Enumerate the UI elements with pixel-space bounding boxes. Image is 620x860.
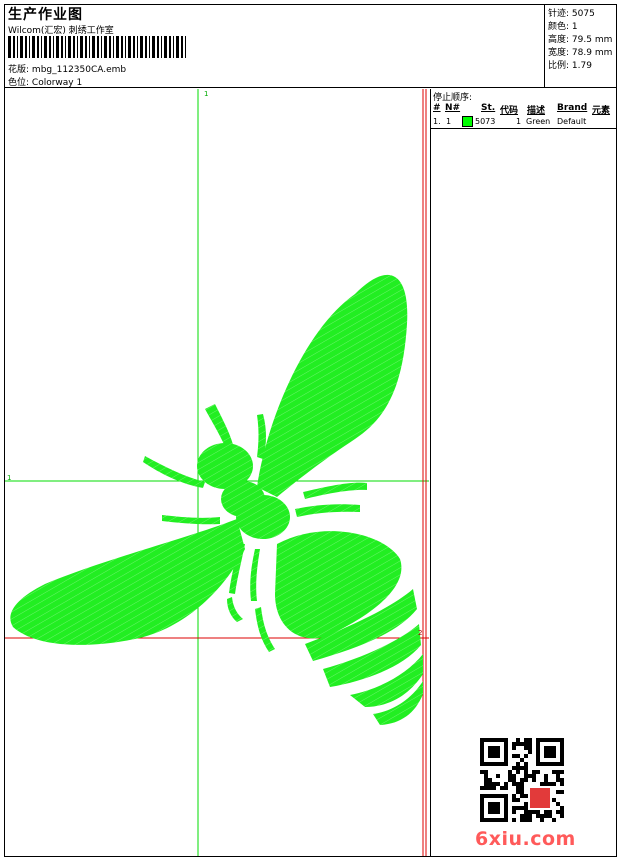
- col-stitches: St.: [481, 103, 496, 113]
- col-index: #: [433, 103, 441, 113]
- guide-marker-left: 1: [7, 474, 11, 482]
- colorway-value: Colorway 1: [31, 78, 83, 88]
- stat-width: 宽度: 78.9 mm: [548, 48, 613, 58]
- page-title: 生产作业图: [8, 7, 83, 23]
- design-canvas: 1 1 2: [5, 89, 429, 856]
- guide-marker-right: 2: [418, 629, 422, 637]
- thread-color-swatch: [462, 116, 473, 127]
- watermark: 6xiu.com: [475, 828, 576, 850]
- col-n: N#: [445, 103, 461, 113]
- col-element: 元素: [592, 106, 611, 116]
- row-stitches: 1: [516, 117, 522, 126]
- row-n: 1: [446, 117, 452, 126]
- barcode: [8, 36, 186, 58]
- colorway: 色位: Colorway 1: [8, 75, 82, 88]
- row-code: 5073: [475, 117, 496, 126]
- col-description: 描述: [527, 106, 546, 116]
- stat-height: 高度: 79.5 mm: [548, 35, 613, 45]
- qr-code: [480, 738, 564, 822]
- stat-stitches: 针迹: 5075: [548, 9, 595, 19]
- pattern-name: 花版: mbg_112350CA.emb: [8, 62, 126, 75]
- row-description: Green: [526, 117, 551, 126]
- pattern-value: mbg_112350CA.emb: [31, 65, 127, 75]
- row-index: 1.: [433, 117, 441, 126]
- row-brand: Default: [557, 117, 587, 126]
- software-subtitle: Wilcom(汇宏) 刺绣工作室: [8, 26, 114, 36]
- stat-colors: 颜色: 1: [548, 22, 578, 32]
- bee-embroidery: [10, 274, 423, 725]
- guide-marker-top: 1: [204, 90, 208, 98]
- pattern-label: 花版:: [8, 65, 30, 75]
- colorway-label: 色位:: [8, 78, 30, 88]
- stop-sequence-title: 停止顺序:: [433, 93, 473, 103]
- table-divider: [431, 128, 617, 129]
- col-code: 代码: [500, 106, 519, 116]
- col-brand: Brand: [557, 103, 588, 113]
- stat-scale: 比例: 1.79: [548, 61, 592, 71]
